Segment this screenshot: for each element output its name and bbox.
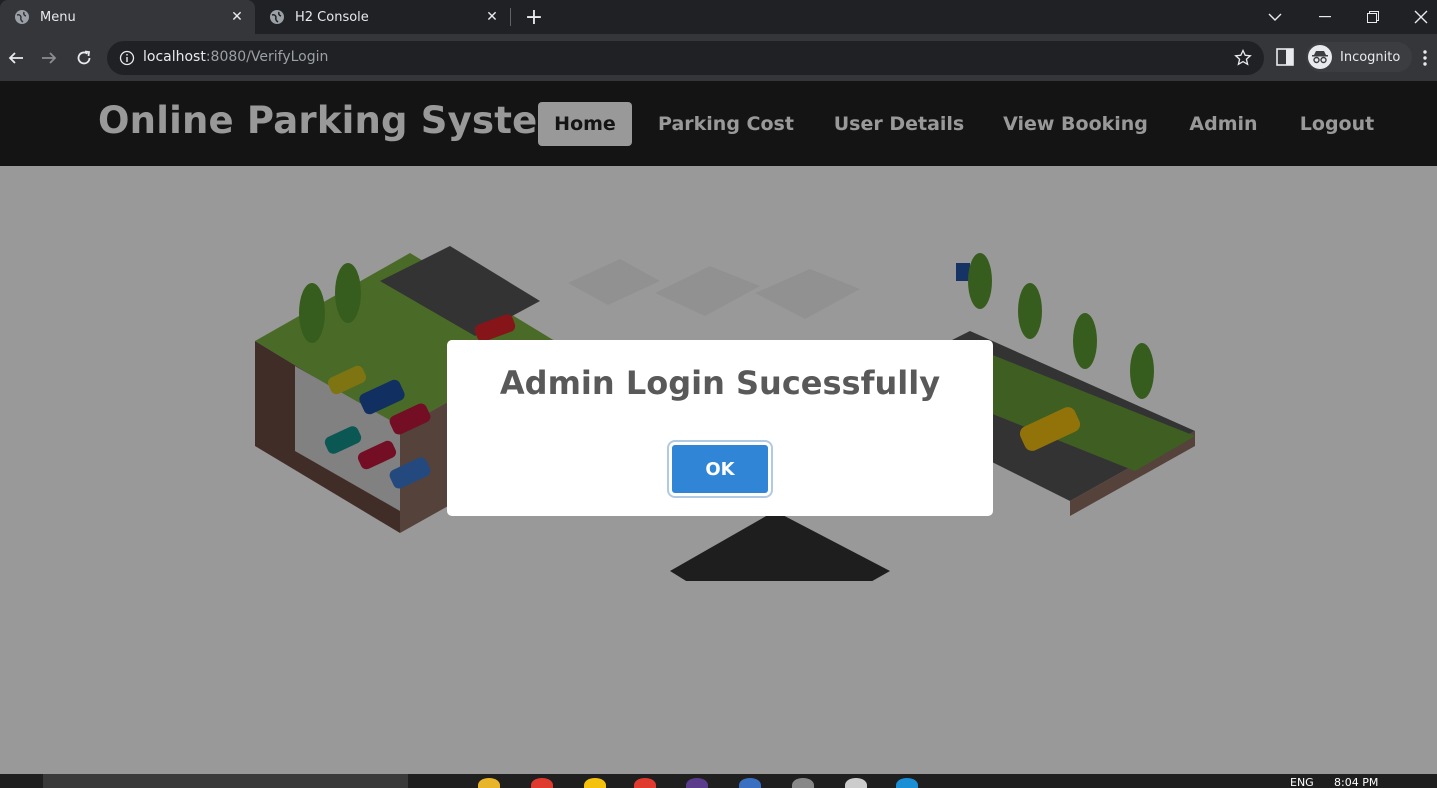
reload-button[interactable] xyxy=(70,44,98,72)
chevron-down-icon xyxy=(1268,13,1282,21)
os-taskbar: ENG 8:04 PM xyxy=(0,774,1437,788)
more-menu-icon[interactable] xyxy=(1417,48,1433,68)
arrow-right-icon xyxy=(42,52,57,64)
file-explorer-icon[interactable] xyxy=(478,778,500,788)
app-icon[interactable] xyxy=(531,778,553,788)
incognito-icon xyxy=(1308,45,1332,69)
ok-button[interactable]: OK xyxy=(667,440,773,498)
globe-icon xyxy=(270,10,284,24)
browser-tabstrip: Menu ✕ H2 Console ✕ + xyxy=(0,0,1437,34)
tab-search-button[interactable] xyxy=(1252,0,1298,34)
url-path: :8080/VerifyLogin xyxy=(205,49,329,65)
forward-button[interactable] xyxy=(35,44,63,72)
profile-label: Incognito xyxy=(1340,49,1401,65)
tab-title: H2 Console xyxy=(295,9,369,25)
reload-icon xyxy=(77,50,91,65)
app-icon[interactable] xyxy=(739,778,761,788)
taskbar-search[interactable] xyxy=(43,774,408,788)
app-icon[interactable] xyxy=(792,778,814,788)
new-tab-button[interactable]: + xyxy=(522,5,546,30)
restore-icon xyxy=(1367,11,1379,23)
tab-title: Menu xyxy=(40,9,76,25)
app-icon[interactable] xyxy=(686,778,708,788)
browser-tab-menu[interactable]: Menu ✕ xyxy=(0,0,255,34)
chrome-icon[interactable] xyxy=(634,778,656,788)
url-text[interactable]: localhost:8080/VerifyLogin xyxy=(143,49,328,65)
minimize-button[interactable] xyxy=(1302,0,1348,34)
language-indicator[interactable]: ENG xyxy=(1290,776,1314,788)
clock[interactable]: 8:04 PM xyxy=(1334,776,1378,788)
tab-separator xyxy=(510,8,511,26)
incognito-profile-button[interactable]: Incognito xyxy=(1306,42,1413,72)
star-icon[interactable] xyxy=(1234,49,1252,67)
back-button[interactable] xyxy=(2,44,30,72)
address-bar[interactable]: localhost:8080/VerifyLogin xyxy=(107,41,1264,75)
info-icon[interactable] xyxy=(119,50,135,66)
alert-dialog: Admin Login Sucessfully OK xyxy=(447,340,993,516)
arrow-left-icon xyxy=(8,52,23,64)
restore-button[interactable] xyxy=(1350,0,1396,34)
close-icon[interactable]: ✕ xyxy=(227,7,247,27)
globe-icon xyxy=(15,10,29,24)
browser-tab-h2-console[interactable]: H2 Console ✕ xyxy=(255,0,510,34)
app-icon[interactable] xyxy=(845,778,867,788)
close-icon xyxy=(1414,10,1428,24)
dialog-title: Admin Login Sucessfully xyxy=(499,364,941,402)
web-page: Online Parking System Home Parking Cost … xyxy=(0,81,1437,774)
url-host: localhost xyxy=(143,49,206,65)
side-panel-icon[interactable] xyxy=(1276,48,1294,66)
browser-toolbar: localhost:8080/VerifyLogin Incognito xyxy=(0,34,1437,81)
app-icon[interactable] xyxy=(584,778,606,788)
close-icon[interactable]: ✕ xyxy=(482,7,502,27)
minimize-icon xyxy=(1319,16,1331,18)
app-icon[interactable] xyxy=(896,778,918,788)
close-window-button[interactable] xyxy=(1398,0,1437,34)
